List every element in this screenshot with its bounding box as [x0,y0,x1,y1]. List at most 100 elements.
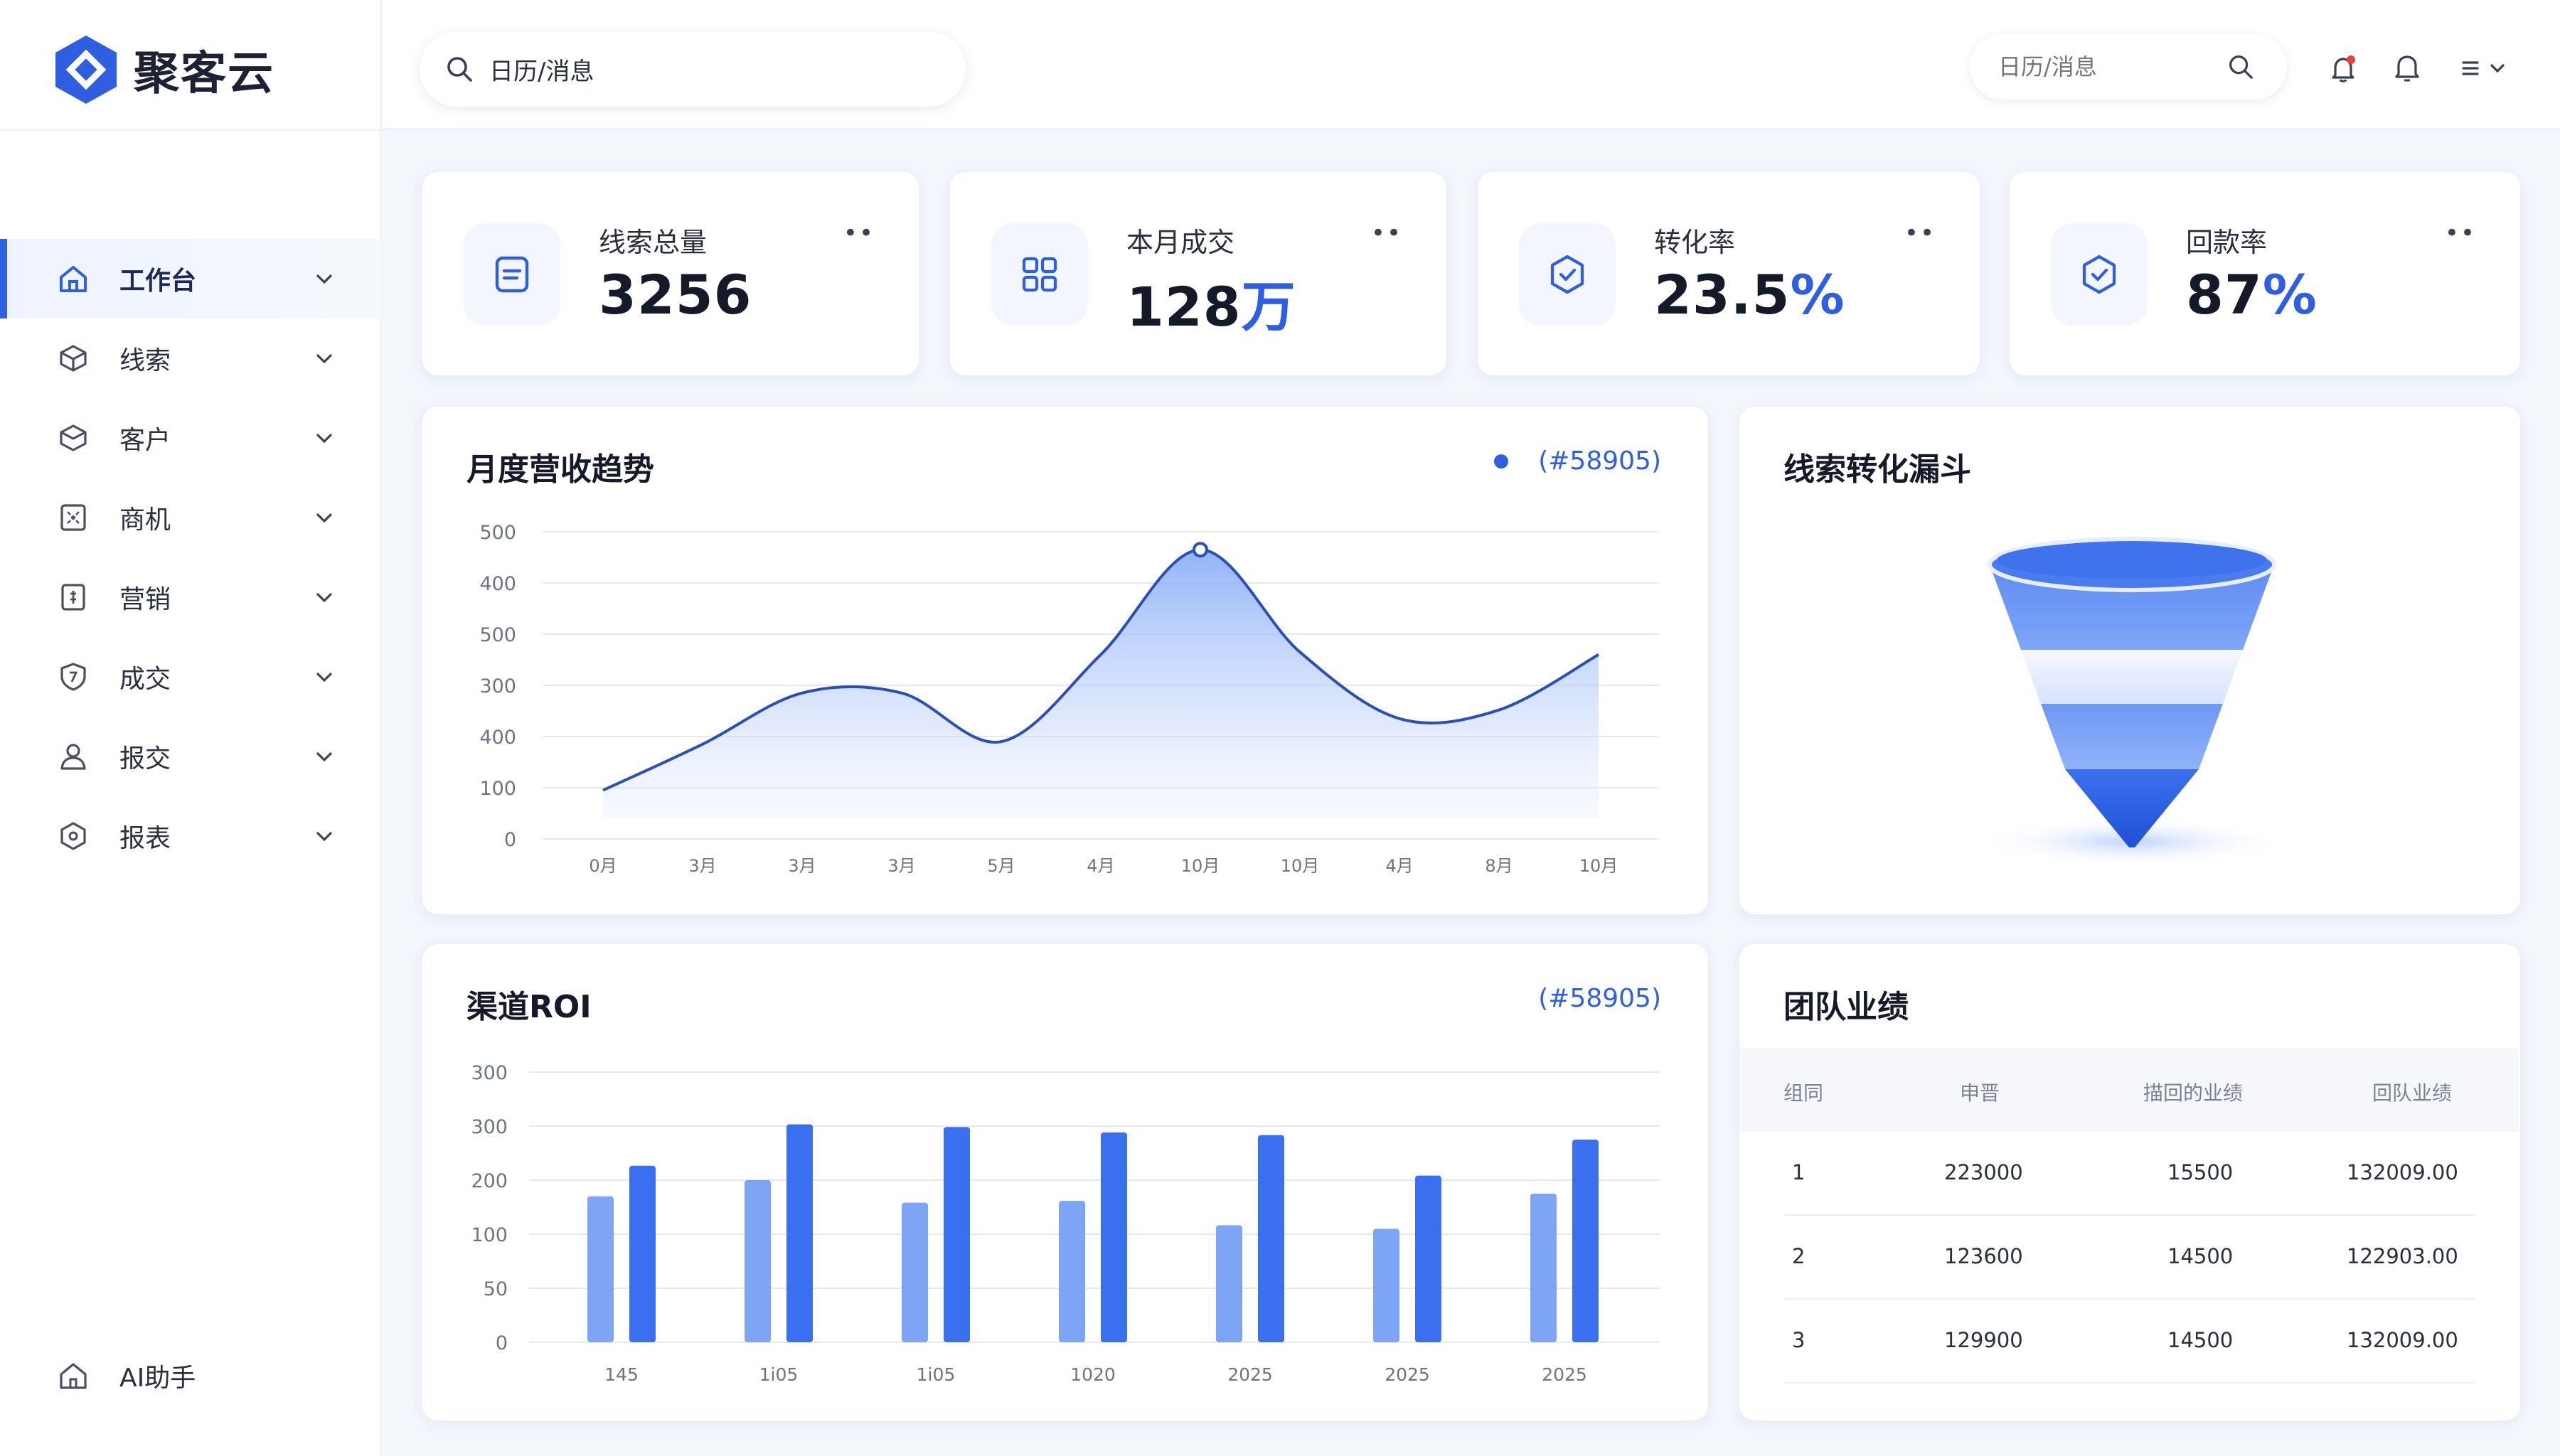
sidebar-item-workbench[interactable]: 工作台 [0,239,381,318]
stat-label: 转化率 [1654,227,1736,258]
sidebar-item-reports[interactable]: 报表 [0,796,381,876]
more-options-icon[interactable]: •• [2445,219,2476,247]
sidebar-item-customers[interactable]: 客户 [0,398,381,478]
search-icon [447,57,472,82]
sidebar-item-label: 商机 [119,505,171,535]
roi-bar [1373,1228,1399,1342]
chevron-down-icon [316,752,332,762]
box-icon [60,424,87,451]
shield-check-icon [1550,255,1584,294]
ai-assistant-button[interactable]: AI助手 [57,1351,196,1401]
table-cell: 14500 [2167,1244,2234,1268]
roi-bar [1101,1132,1127,1342]
y-tick-label: 400 [479,573,516,595]
column-header[interactable]: 申晋 [1960,1078,2000,1106]
column-header[interactable]: 描回的业绩 [2143,1078,2243,1106]
x-tick-label: 3月 [887,856,915,876]
column-header[interactable]: 组同 [1783,1078,1823,1106]
sidebar-item-opportunities[interactable]: 商机 [0,478,381,557]
secondary-search-input[interactable] [1998,53,2226,80]
global-search-input[interactable] [489,55,944,83]
app-logo[interactable]: 聚客云 [54,34,274,105]
stat-icon-box [991,223,1088,326]
x-tick-label: 0月 [589,856,617,876]
table-cell: 3 [1792,1328,1806,1352]
table-cell: 132009.00 [2347,1328,2458,1352]
home-icon [60,266,87,292]
table-row[interactable]: 2 123600 14500 122903.00 [1783,1216,2475,1300]
y-tick-label: 500 [479,624,516,646]
sidebar-item-leads[interactable]: 线索 [0,318,381,398]
stat-label: 线索总量 [599,227,708,258]
table-header: 组同 申晋 描回的业绩 回队业绩 [1739,1048,2519,1132]
chevron-down-icon [316,434,332,444]
roi-bar [1572,1140,1599,1342]
y-tick-label: 100 [479,778,516,800]
stat-icon-box [2051,223,2148,326]
sidebar-item-label: 报交 [119,744,171,774]
y-tick-label: 400 [479,727,516,749]
stat-value: 23.5% [1654,263,1845,326]
alert-shield-icon[interactable] [2391,53,2423,85]
x-tick-label: 10月 [1181,856,1220,876]
secondary-search[interactable] [1970,34,2287,100]
roi-bar [786,1124,813,1342]
notification-bell-icon[interactable] [2327,53,2359,85]
app-name: 聚客云 [134,48,274,100]
lead-funnel-card: 线索转化漏斗 [1739,407,2520,914]
sidebar-divider [0,129,381,131]
x-tick-label: 1i05 [917,1364,956,1385]
channel-roi-card: 渠道ROI (#58905) 300 300 200 100 50 0 145 1i05 1i0… [422,944,1708,1420]
y-tick-label: 200 [471,1170,508,1192]
column-header[interactable]: 回队业绩 [2372,1078,2452,1106]
sidebar-item-label: 营销 [119,585,171,614]
roi-bar [1530,1194,1557,1342]
more-options-icon[interactable]: •• [843,219,875,247]
y-tick-label: 0 [496,1332,508,1354]
table-cell: 15500 [2167,1160,2234,1184]
stat-card-collection-rate[interactable]: 回款率 87% •• [2010,172,2520,375]
roi-bar [902,1202,928,1342]
user-icon [60,744,86,770]
revenue-area-chart: 500 400 500 300 400 100 0 0月 3月 3月 3月 5月 4月 10月 10月 4月 8… [479,522,1658,876]
stat-value: 128万 [1126,275,1296,338]
y-tick-label: 0 [504,829,516,851]
table-row[interactable]: 1 223000 15500 132009.00 [1783,1132,2475,1216]
x-tick-label: 2025 [1542,1364,1587,1385]
roi-bar [629,1165,656,1342]
stat-label: 本月成交 [1126,227,1235,258]
stat-icon-box [1519,223,1616,326]
cube-icon [60,345,87,372]
y-tick-label: 300 [471,1062,508,1084]
shield-icon [60,663,86,691]
x-tick-label: 2025 [1227,1364,1273,1385]
document-list-icon [495,256,529,293]
sidebar-item-marketing[interactable]: 营销 [0,557,381,637]
x-tick-label: 145 [604,1364,639,1385]
chevron-down-icon [316,513,332,523]
stat-card-conversion-rate[interactable]: 转化率 23.5% •• [1478,172,1980,375]
more-options-icon[interactable]: •• [1371,219,1402,247]
table-row[interactable]: 3 129900 14500 132009.00 [1783,1300,2475,1383]
stat-card-total-leads[interactable]: 线索总量 3256 •• [422,172,919,375]
y-tick-label: 300 [471,1116,508,1138]
roi-bar-chart: 300 300 200 100 50 0 145 1i05 1i05 1020 2025 2025 20… [471,1062,1660,1385]
roi-bar [1059,1201,1085,1342]
sidebar-item-deals[interactable]: 成交 [0,637,381,717]
search-icon[interactable] [2226,52,2256,82]
more-options-icon[interactable]: •• [1904,219,1936,247]
funnel-top-inner [1997,542,2267,579]
sidebar-item-label: 成交 [119,665,171,694]
stat-card-monthly-deals[interactable]: 本月成交 128万 •• [950,172,1446,375]
menu-dropdown-icon[interactable] [2459,53,2513,85]
y-tick-label: 50 [484,1278,508,1300]
sidebar-item-reports-submit[interactable]: 报交 [0,717,381,796]
table-cell: 132009.00 [2347,1160,2458,1184]
shield-check-icon [2082,255,2116,294]
top-bar [383,0,2560,129]
x-tick-label: 1i05 [759,1364,799,1385]
global-search[interactable] [420,31,966,107]
ai-home-icon [60,1363,87,1389]
sidebar: 聚客云 工作台 线索 客户 商机 营销 成交 报交 报表 AI助手 [0,0,381,1456]
funnel-chart [1975,537,2288,867]
